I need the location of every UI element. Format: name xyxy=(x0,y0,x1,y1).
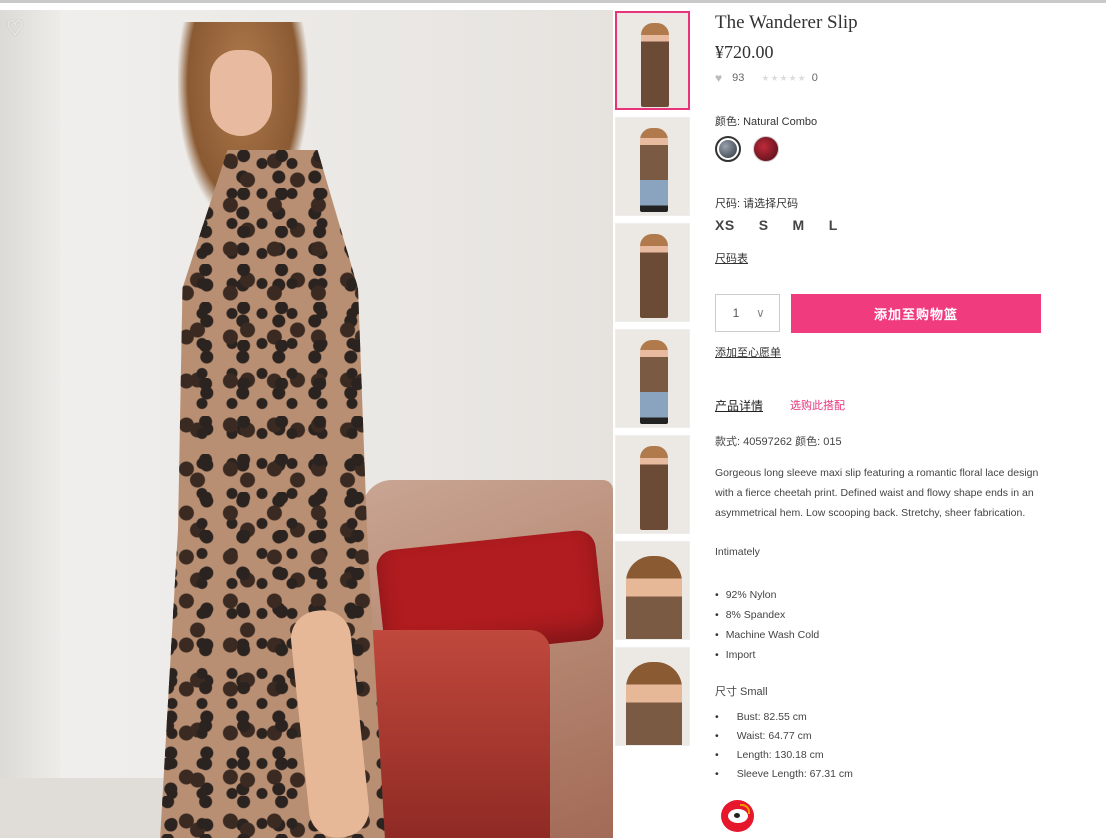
list-item: Bust: 82.55 cm xyxy=(715,708,853,727)
list-item: Sleeve Length: 67.31 cm xyxy=(715,765,853,784)
thumbnail-6[interactable] xyxy=(615,541,690,640)
list-item: Length: 130.18 cm xyxy=(715,746,853,765)
thumbnail-3[interactable] xyxy=(615,223,690,322)
fabric-list: 92% Nylon 8% Spandex Machine Wash Cold I… xyxy=(715,585,820,665)
color-swatch-natural[interactable] xyxy=(715,136,741,162)
add-to-wishlist-link[interactable]: 添加至心愿单 xyxy=(715,344,781,360)
thumbnail-4[interactable] xyxy=(615,329,690,428)
size-s[interactable]: S xyxy=(759,217,769,233)
add-to-cart-button[interactable]: 添加至购物篮 xyxy=(791,294,1041,333)
product-description: Gorgeous long sleeve maxi slip featuring… xyxy=(715,467,1039,519)
quantity-select[interactable]: 1 ∨ xyxy=(715,294,780,332)
reviews-count: 0 xyxy=(811,72,818,84)
product-price: ¥720.00 xyxy=(715,42,774,62)
model-face xyxy=(210,50,272,136)
size-label: 尺码: 请选择尺码 xyxy=(715,198,799,210)
list-item: Waist: 64.77 cm xyxy=(715,727,853,746)
main-product-image xyxy=(0,10,613,838)
product-title: The Wanderer Slip xyxy=(715,12,858,33)
top-border xyxy=(0,0,1106,3)
rating-row: ♥ 93 ★★★★★ 0 xyxy=(715,71,818,85)
thumbnail-strip xyxy=(615,11,692,753)
chevron-down-icon: ∨ xyxy=(756,306,765,320)
tab-shop-the-look[interactable]: 选购此搭配 xyxy=(790,397,845,413)
quantity-value: 1 xyxy=(732,306,740,320)
thumbnail-1[interactable] xyxy=(615,11,690,110)
thumbnail-5[interactable] xyxy=(615,435,690,534)
measurement-list: Bust: 82.55 cm Waist: 64.77 cm Length: 1… xyxy=(715,708,853,784)
size-options: XS S M L xyxy=(715,217,862,233)
list-item: Machine Wash Cold xyxy=(715,625,820,645)
sku-info: 款式: 40597262 颜色: 015 xyxy=(715,436,842,448)
color-swatch-red[interactable] xyxy=(753,136,779,162)
size-l[interactable]: L xyxy=(829,217,838,233)
thumbnail-7[interactable] xyxy=(615,647,690,746)
tab-product-details[interactable]: 产品详情 xyxy=(715,397,763,414)
size-heading: 尺寸 Small xyxy=(715,686,768,698)
size-m[interactable]: M xyxy=(793,217,805,233)
color-label: 颜色: Natural Combo xyxy=(715,116,818,128)
heart-icon[interactable]: ♥ xyxy=(715,71,722,85)
list-item: 8% Spandex xyxy=(715,605,819,625)
thumbnail-2[interactable] xyxy=(615,117,690,216)
weibo-icon[interactable] xyxy=(721,800,754,832)
list-item: 92% Nylon xyxy=(715,585,819,605)
star-rating-icon[interactable]: ★★★★★ xyxy=(761,73,806,84)
likes-count: 93 xyxy=(732,72,745,84)
brand-line: Intimately xyxy=(715,546,760,558)
favorite-heart-icon[interactable]: ♡ xyxy=(4,18,26,40)
size-xs[interactable]: XS xyxy=(715,217,735,233)
size-chart-link[interactable]: 尺码表 xyxy=(715,250,748,266)
list-item: Import xyxy=(715,645,819,665)
